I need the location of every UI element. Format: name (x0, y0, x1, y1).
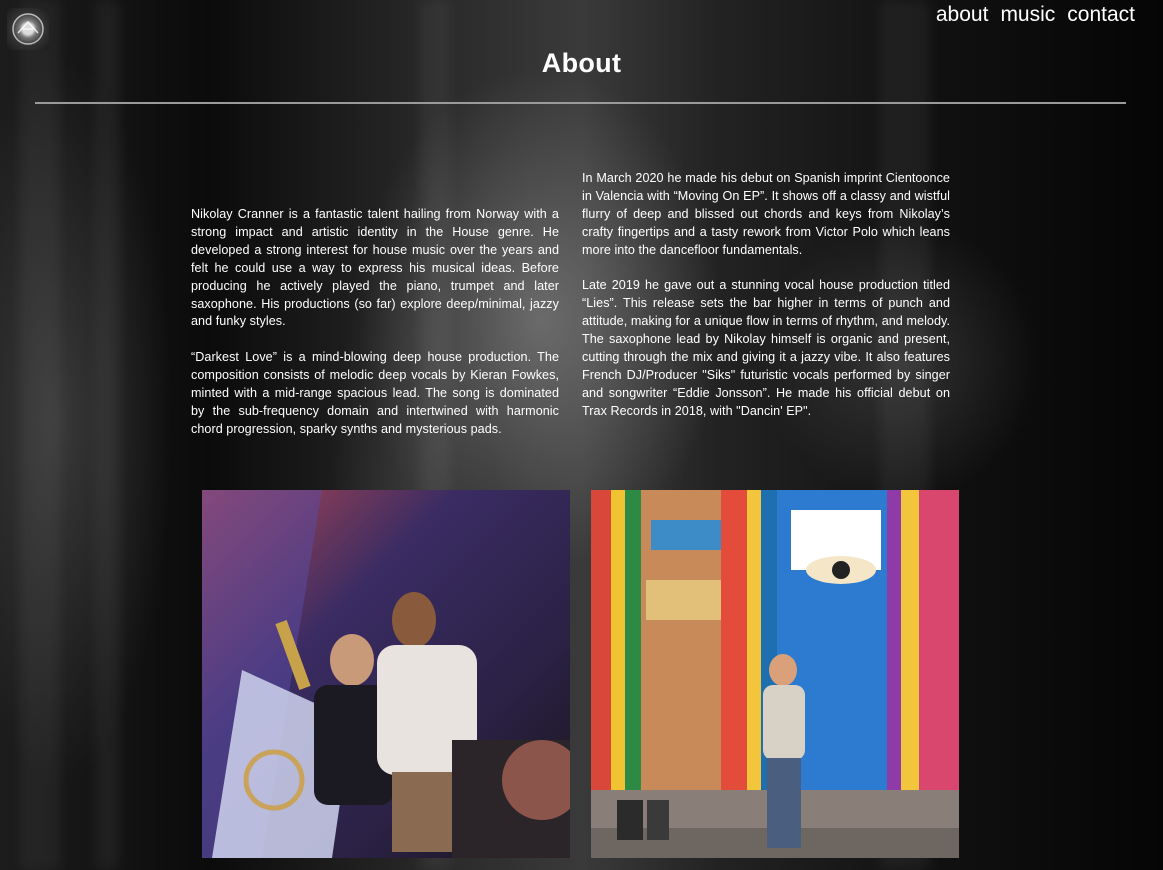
bio-column-left: Nikolay Cranner is a fantastic talent ha… (191, 206, 559, 457)
nav-link-about[interactable]: about (936, 3, 989, 27)
nav-link-contact[interactable]: contact (1067, 3, 1135, 27)
divider (35, 102, 1126, 104)
page-title: About (541, 48, 622, 78)
nav-link-music[interactable]: music (1000, 3, 1055, 27)
photo-mural (591, 490, 959, 858)
main-nav: about music contact (936, 3, 1135, 27)
bio-paragraph: Nikolay Cranner is a fantastic talent ha… (191, 207, 559, 329)
bio-paragraph: Late 2019 he gave out a stunning vocal h… (582, 278, 950, 418)
bio-paragraph: “Darkest Love” is a mind-blowing deep ho… (191, 350, 559, 436)
bio-column-right: In March 2020 he made his debut on Spani… (582, 170, 950, 439)
logo-icon[interactable] (7, 8, 49, 50)
photo-dj-booth (202, 490, 570, 858)
bio-paragraph: In March 2020 he made his debut on Spani… (582, 171, 950, 257)
